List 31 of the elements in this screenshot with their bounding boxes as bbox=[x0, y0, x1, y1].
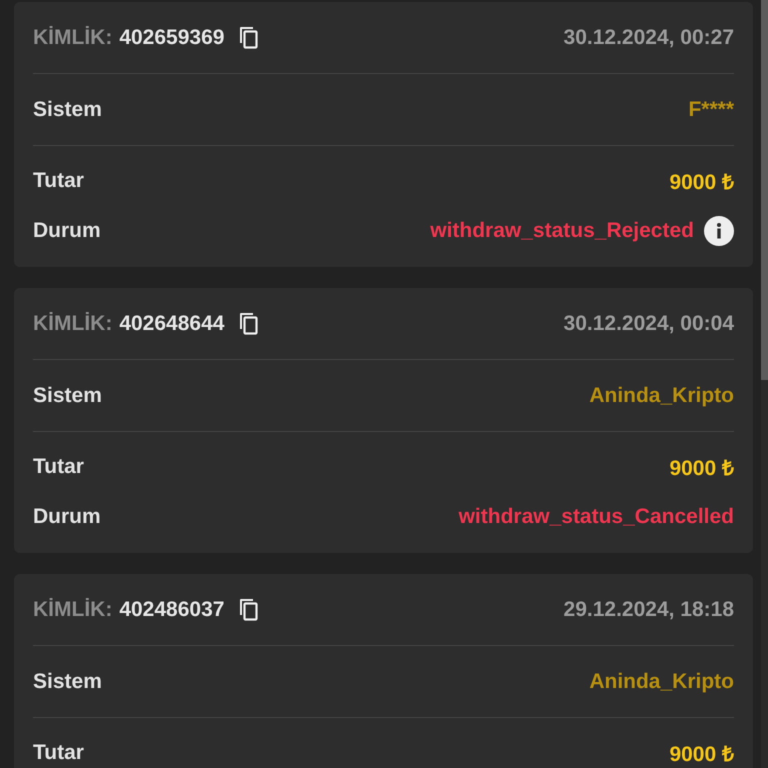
scrollbar[interactable] bbox=[761, 0, 768, 768]
id-label: KİMLİK: bbox=[33, 598, 112, 622]
amount-value: 9000 ₺ bbox=[669, 170, 734, 195]
field-label: Tutar bbox=[33, 741, 84, 765]
system-value: Aninda_Kripto bbox=[589, 384, 734, 408]
field-label: Durum bbox=[33, 219, 101, 243]
id-label: KİMLİK: bbox=[33, 312, 112, 336]
field-label: Tutar bbox=[33, 169, 84, 193]
transaction-date: 30.12.2024, 00:04 bbox=[564, 312, 734, 336]
copy-icon[interactable] bbox=[237, 312, 260, 336]
info-icon[interactable] bbox=[704, 216, 734, 246]
amount-value: 9000 ₺ bbox=[669, 456, 734, 481]
transaction-date: 29.12.2024, 18:18 bbox=[564, 598, 734, 622]
field-label: Sistem bbox=[33, 384, 102, 408]
system-value: F**** bbox=[688, 98, 734, 122]
copy-icon[interactable] bbox=[237, 26, 260, 50]
transaction-date: 30.12.2024, 00:27 bbox=[564, 26, 734, 50]
field-label: Tutar bbox=[33, 455, 84, 479]
system-value: Aninda_Kripto bbox=[589, 670, 734, 694]
status-value: withdraw_status_Rejected bbox=[430, 219, 694, 243]
id-label: KİMLİK: bbox=[33, 26, 112, 50]
copy-icon[interactable] bbox=[237, 598, 260, 622]
field-label: Durum bbox=[33, 505, 101, 529]
field-label: Sistem bbox=[33, 98, 102, 122]
field-label: Sistem bbox=[33, 670, 102, 694]
scrollbar-thumb[interactable] bbox=[761, 0, 768, 380]
transaction-id: 402648644 bbox=[119, 312, 224, 336]
transaction-id: 402486037 bbox=[119, 598, 224, 622]
transaction-id: 402659369 bbox=[119, 26, 224, 50]
status-value: withdraw_status_Cancelled bbox=[458, 505, 734, 529]
amount-value: 9000 ₺ bbox=[669, 742, 734, 767]
